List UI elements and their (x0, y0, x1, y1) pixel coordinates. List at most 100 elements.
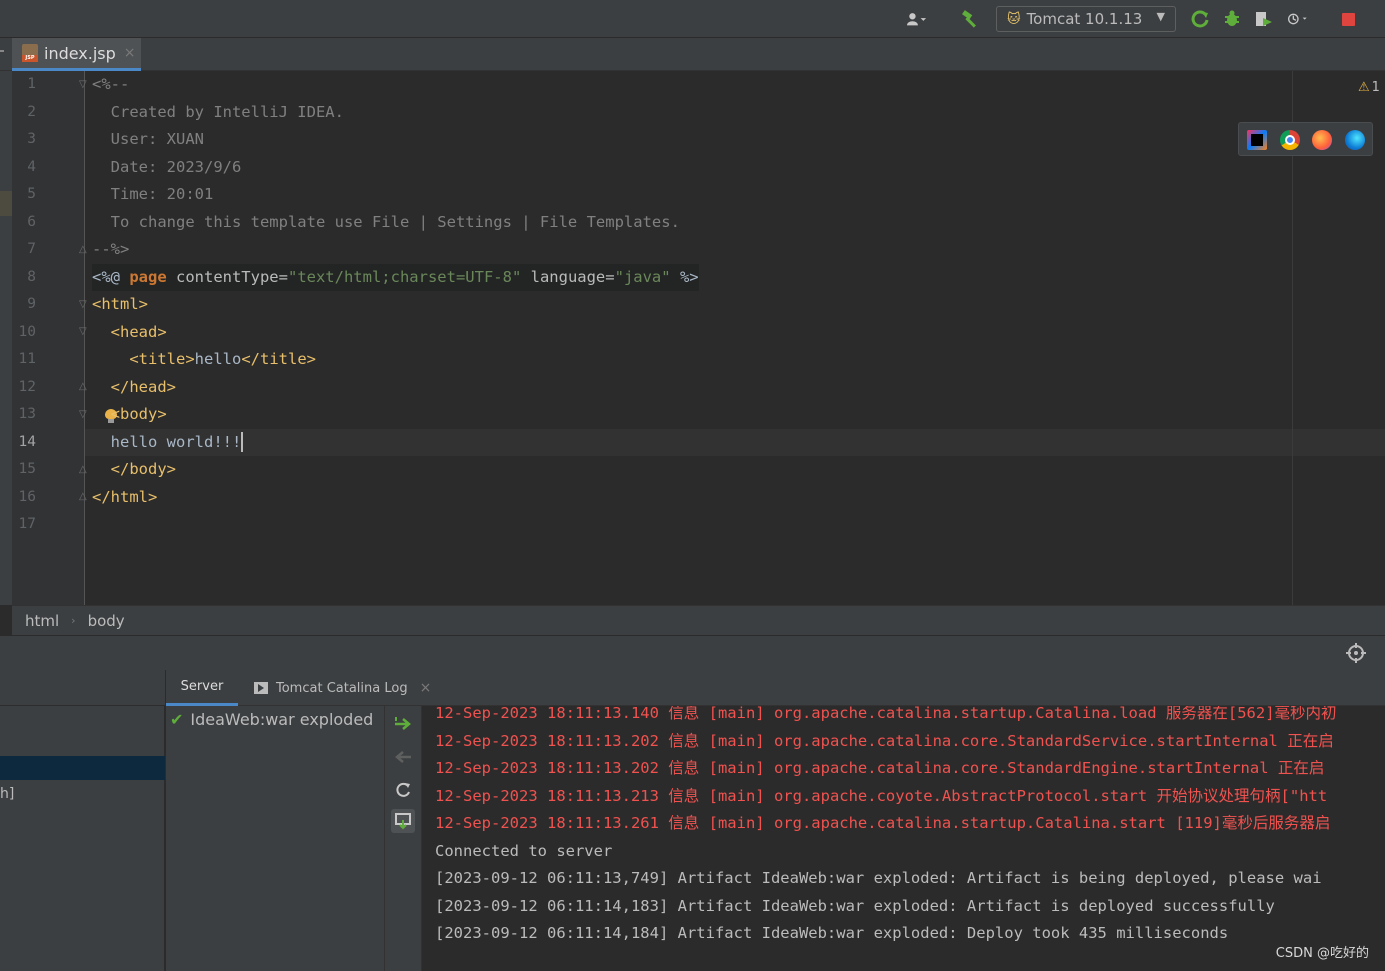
run-configuration-selector[interactable]: 🐱 Tomcat 10.1.13 ▼ (996, 6, 1176, 32)
code-line: Date: 2023/9/6 (92, 157, 242, 176)
chevron-down-icon: ▼ (1156, 10, 1165, 23)
breadcrumb-item-body[interactable]: body (88, 612, 125, 630)
keyword-page: page (129, 267, 167, 286)
deployment-label: IdeaWeb:war exploded (190, 710, 374, 729)
edge-icon[interactable] (1345, 130, 1365, 150)
tab-index-jsp[interactable]: JSP index.jsp × (12, 38, 141, 71)
code-editor[interactable]: 1 2 3 4 5 6 7 8 9 10 11 12 13 14 15 16 1… (12, 71, 1385, 605)
code-line: <body> (92, 405, 167, 423)
fold-icon[interactable]: △ (79, 464, 89, 476)
intellij-icon[interactable] (1247, 130, 1267, 150)
line-number: 3 (27, 131, 36, 147)
line-number: 10 (18, 323, 36, 340)
code-line: </head> (92, 377, 176, 396)
tab-server[interactable]: Server (166, 670, 238, 706)
tag-text: hello (194, 350, 242, 368)
warning-icon: ⚠ (1358, 80, 1370, 95)
fold-icon[interactable]: △ (79, 244, 89, 256)
editor-tab-bar: JSP index.jsp × (0, 38, 1385, 71)
log-line: [2023-09-12 06:11:13,749] Artifact IdeaW… (435, 869, 1322, 887)
attr-name: language= (521, 267, 615, 286)
deployment-item[interactable]: ✔ IdeaWeb:war exploded (170, 710, 373, 729)
build-hammer-icon[interactable] (961, 9, 981, 29)
breadcrumb: html › body (12, 605, 1385, 635)
code-line: <title>hello</title> (92, 346, 316, 374)
log-line: Connected to server (435, 841, 613, 860)
directive-close: %> (670, 267, 699, 286)
run-config-label: Tomcat 10.1.13 (1026, 10, 1143, 28)
attr-value: "java" (614, 267, 671, 286)
console-output[interactable]: 12-Sep-2023 18:11:13.140 信息 [main] org.a… (422, 706, 1385, 971)
fold-icon[interactable]: ▽ (79, 299, 89, 311)
line-number: 7 (27, 241, 36, 257)
fold-icon[interactable]: △ (79, 381, 89, 393)
refresh-icon[interactable] (391, 778, 415, 802)
user-icon[interactable] (907, 9, 927, 29)
close-icon[interactable]: × (124, 45, 136, 61)
services-tree: h] (0, 670, 165, 971)
watermark: CSDN @吃好的 (1275, 946, 1369, 961)
debug-icon[interactable] (1222, 9, 1242, 29)
line-number: 15 (18, 461, 36, 477)
breadcrumb-item-html[interactable]: html (25, 612, 59, 630)
line-number: 17 (18, 516, 36, 532)
tab-tomcat-catalina-log[interactable]: Tomcat Catalina Log × (254, 670, 431, 706)
code-line: </body> (92, 460, 176, 478)
close-icon[interactable]: × (420, 680, 432, 696)
line-number: 13 (18, 406, 36, 422)
undeploy-icon[interactable] (391, 745, 415, 769)
log-line: 12-Sep-2023 18:11:13.202 信息 [main] org.a… (435, 731, 1334, 750)
firefox-icon[interactable] (1312, 130, 1332, 150)
warning-indicator[interactable]: ⚠ 1 (1358, 80, 1380, 95)
fold-icon[interactable]: ▽ (79, 409, 89, 421)
code-line: <%-- (92, 75, 130, 93)
log-line: [2023-09-12 06:11:14,183] Artifact IdeaW… (435, 896, 1275, 915)
current-line-highlight (85, 428, 1385, 456)
log-line: [2023-09-12 06:11:14,184] Artifact IdeaW… (435, 924, 1229, 942)
fold-icon[interactable]: ▽ (79, 79, 89, 91)
services-tree-toolbar (0, 670, 165, 706)
browser-preview-bar (1238, 122, 1373, 156)
line-number: 12 (18, 378, 36, 395)
line-number-gutter[interactable]: 1 2 3 4 5 6 7 8 9 10 11 12 13 14 15 16 1… (12, 71, 87, 605)
stop-icon[interactable] (1338, 9, 1358, 29)
code-text: hello world!!! (92, 432, 242, 451)
tab-label: index.jsp (44, 43, 116, 63)
log-line: 12-Sep-2023 18:11:13.140 信息 [main] org.a… (435, 706, 1337, 722)
tag-close: </title> (241, 350, 316, 368)
chrome-icon[interactable] (1280, 130, 1300, 150)
services-tree-item[interactable]: h] (0, 786, 14, 802)
code-line-current: hello world!!! (92, 429, 244, 457)
code-line: --%> (92, 240, 130, 258)
scroll-to-end-icon[interactable] (391, 809, 415, 833)
line-number: 9 (27, 296, 36, 312)
services-tree-selected-row[interactable] (0, 756, 165, 780)
tomcat-icon: 🐱 (1007, 11, 1021, 27)
line-number: 1 (27, 76, 36, 92)
directive-open: <%@ (92, 267, 130, 286)
profiler-icon[interactable] (1288, 9, 1308, 29)
strip-marker (0, 191, 12, 216)
main-toolbar: 🐱 Tomcat 10.1.13 ▼ (0, 0, 1385, 38)
services-panel-header (0, 636, 1385, 670)
rerun-icon[interactable] (1190, 9, 1210, 29)
code-line: <head> (92, 322, 167, 341)
log-line: 12-Sep-2023 18:11:13.202 信息 [main] org.a… (435, 759, 1325, 777)
line-number: 16 (18, 488, 36, 505)
jsp-file-icon: JSP (22, 44, 38, 62)
line-number-current: 14 (18, 433, 36, 450)
crosshair-icon[interactable] (1346, 643, 1366, 663)
code-line-directive: <%@ page contentType="text/html;charset=… (92, 263, 699, 291)
deployment-list: ✔ IdeaWeb:war exploded (166, 706, 385, 971)
fold-icon[interactable]: △ (79, 491, 89, 503)
coverage-icon[interactable] (1254, 9, 1274, 29)
server-tab-bar: Server Tomcat Catalina Log × (166, 670, 1385, 706)
code-line: User: XUAN (92, 130, 204, 148)
fold-icon[interactable]: ▽ (79, 326, 89, 338)
log-line: 12-Sep-2023 18:11:13.261 信息 [main] org.a… (435, 814, 1331, 832)
code-line: To change this template use File | Setti… (92, 212, 680, 231)
chevron-right-icon: › (71, 614, 76, 627)
tag-open: <title> (92, 350, 195, 368)
deploy-icon[interactable] (391, 712, 415, 736)
divider (0, 50, 4, 52)
